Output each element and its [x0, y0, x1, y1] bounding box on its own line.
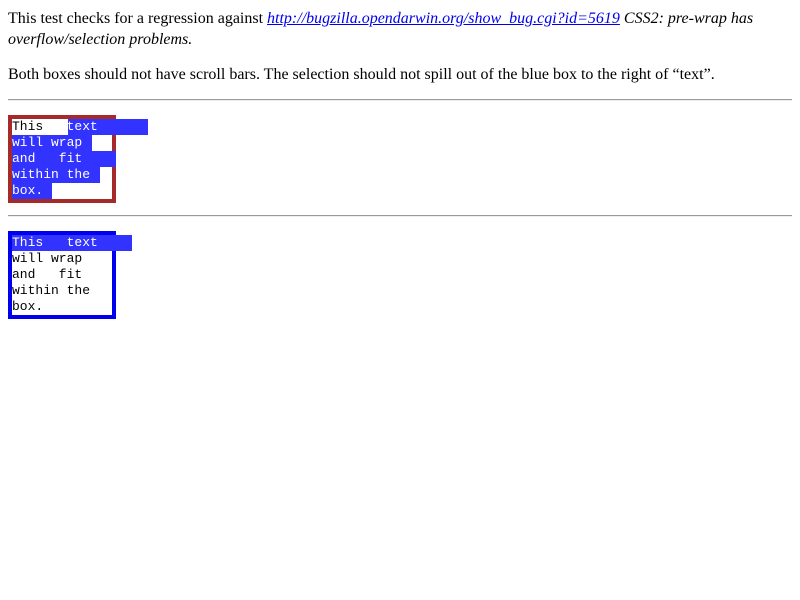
box-text-line: This text [12, 235, 98, 251]
line-selected: This text [12, 235, 98, 250]
line-selected: text [66, 119, 98, 134]
bug-link[interactable]: http://bugzilla.opendarwin.org/show_bug.… [267, 10, 620, 27]
line-selected: box. [12, 183, 44, 198]
box-text-line: will wrap [12, 251, 82, 267]
test-page: This test checks for a regression agains… [0, 0, 800, 600]
instructions-text: Both boxes should not have scroll bars. … [8, 66, 715, 83]
line-plain: will wrap [12, 251, 83, 266]
divider-top [8, 99, 792, 101]
pre-wrap-box-blue[interactable]: This text will wrap and fit within the b… [8, 231, 132, 319]
divider-bottom [8, 215, 792, 217]
box-text-line: within the [12, 283, 90, 299]
box-text-line: will wrap [12, 135, 82, 151]
line-plain: box. [12, 299, 44, 314]
pre-wrap-box-red[interactable]: This text will wrap and fit within the b… [8, 115, 148, 203]
line-selected: within the [12, 167, 91, 182]
box-text-line: and fit [12, 267, 82, 283]
box-text-line: This text [12, 119, 98, 135]
intro-prefix: This test checks for a regression agains… [8, 10, 268, 27]
intro-suffix: . [188, 31, 193, 48]
line-selected: will wrap [12, 135, 83, 150]
line-plain: and fit [12, 267, 83, 282]
line-selected: and fit [12, 151, 83, 166]
box-text-line: box. [12, 183, 43, 199]
intro-paragraph: This test checks for a regression agains… [8, 8, 792, 50]
box-text-line: and fit [12, 151, 82, 167]
box-text-line: within the [12, 167, 90, 183]
line-plain: This [12, 119, 67, 134]
line-plain: within the [12, 283, 91, 298]
box-text-line: box. [12, 299, 43, 315]
